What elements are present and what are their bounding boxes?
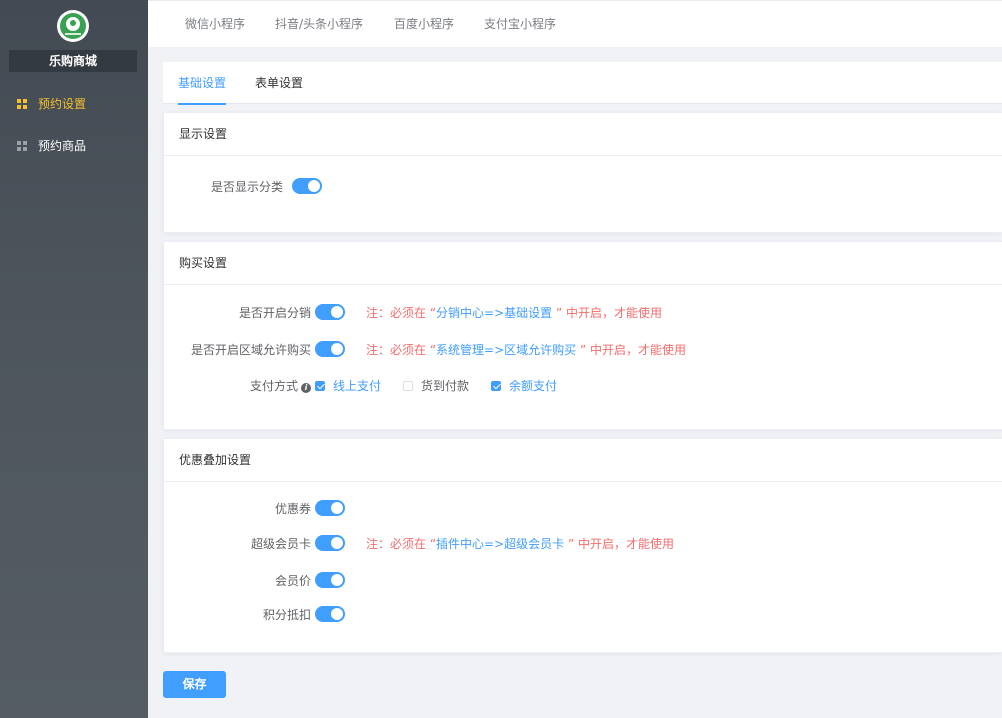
vip-card-row: 超级会员卡 注：必须在 “插件中心=>超级会员卡 ” 中开启，才能使用 [164, 534, 1002, 554]
tab-douyin[interactable]: 抖音/头条小程序 [275, 1, 363, 48]
share-row: 是否开启分销 注：必须在 “分销中心=>基础设置 ” 中开启，才能使用 [164, 303, 1002, 323]
cod-checkbox[interactable] [403, 381, 413, 391]
field-label: 优惠券 [274, 502, 311, 516]
display-settings-card: 显示设置 是否显示分类 [163, 112, 1002, 233]
region-note: 注：必须在 “系统管理=>区域允许购买 ” 中开启，才能使用 [366, 343, 687, 357]
sidebar-item-label: 预约设置 [38, 97, 87, 111]
field-label: 是否开启区域允许购买 [190, 343, 311, 357]
checkbox-label[interactable]: 线上支付 [333, 376, 381, 396]
member-price-switch[interactable] [315, 572, 345, 588]
sidebar: 乐购商城 预约设置 预约商品 [0, 0, 148, 718]
settings-tabs: 基础设置 表单设置 [163, 62, 1002, 105]
coupon-row: 优惠券 [164, 499, 1002, 519]
region-row: 是否开启区域允许购买 注：必须在 “系统管理=>区域允许购买 ” 中开启，才能使… [164, 340, 1002, 360]
tab-alipay[interactable]: 支付宝小程序 [484, 1, 556, 48]
balance-pay-checkbox[interactable] [491, 381, 501, 391]
tab-form-settings[interactable]: 表单设置 [255, 62, 303, 104]
discount-settings-card: 优惠叠加设置 优惠券 超级会员卡 注：必须在 “插件中心=>超级会员卡 ” 中开… [163, 438, 1002, 653]
tab-wechat[interactable]: 微信小程序 [185, 1, 245, 48]
payment-row: 支付方式 i 线上支付 货到付款 余额支付 [164, 376, 1002, 396]
card-title: 购买设置 [164, 242, 1002, 285]
checkbox-label[interactable]: 余额支付 [509, 376, 557, 396]
field-label: 是否显示分类 [210, 180, 283, 194]
sidebar-item-booking-settings[interactable]: 预约设置 [0, 89, 148, 119]
grid-icon [17, 99, 27, 109]
show-category-switch[interactable] [292, 178, 322, 194]
sidebar-item-booking-products[interactable]: 预约商品 [0, 131, 148, 161]
vip-card-note: 注：必须在 “插件中心=>超级会员卡 ” 中开启，才能使用 [366, 537, 675, 551]
field-label: 超级会员卡 [250, 537, 311, 551]
store-name: 乐购商城 [9, 50, 137, 72]
vip-note-link[interactable]: 插件中心=>超级会员卡 [436, 537, 564, 551]
coupon-switch[interactable] [315, 500, 345, 516]
field-label: 是否开启分销 [238, 306, 311, 320]
tab-baidu[interactable]: 百度小程序 [394, 1, 454, 48]
grid-icon [17, 141, 27, 151]
field-label: 积分抵扣 [262, 608, 311, 622]
region-switch[interactable] [315, 341, 345, 357]
checkbox-label[interactable]: 货到付款 [421, 376, 469, 396]
share-note: 注：必须在 “分销中心=>基础设置 ” 中开启，才能使用 [366, 306, 663, 320]
card-title: 优惠叠加设置 [164, 439, 1002, 482]
region-note-link[interactable]: 系统管理=>区域允许购买 [436, 343, 576, 357]
show-category-row: 是否显示分类 [164, 177, 1002, 197]
tab-basic-settings[interactable]: 基础设置 [178, 62, 227, 105]
info-icon[interactable]: i [301, 383, 311, 393]
points-row: 积分抵扣 [164, 605, 1002, 625]
field-label: 会员价 [274, 574, 311, 588]
logo-icon [60, 13, 86, 39]
vip-card-switch[interactable] [315, 535, 345, 551]
save-button[interactable]: 保存 [163, 671, 226, 698]
share-note-link[interactable]: 分销中心=>基础设置 [436, 306, 552, 320]
share-switch[interactable] [315, 304, 345, 320]
online-pay-checkbox[interactable] [315, 381, 325, 391]
field-label: 支付方式 i [250, 376, 311, 396]
platform-tabs: 微信小程序 抖音/头条小程序 百度小程序 支付宝小程序 [148, 0, 1002, 47]
purchase-settings-card: 购买设置 是否开启分销 注：必须在 “分销中心=>基础设置 ” 中开启，才能使用… [163, 241, 1002, 430]
sidebar-item-label: 预约商品 [38, 139, 87, 153]
member-price-row: 会员价 [164, 571, 1002, 591]
points-switch[interactable] [315, 606, 345, 622]
card-title: 显示设置 [164, 113, 1002, 156]
store-logo[interactable] [57, 10, 89, 42]
